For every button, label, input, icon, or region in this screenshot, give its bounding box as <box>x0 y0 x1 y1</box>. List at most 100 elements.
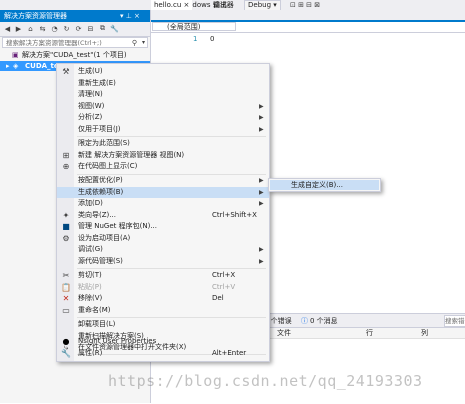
menu-separator <box>77 136 266 137</box>
menu-item-nsight[interactable]: ● Nsight User Properties <box>57 336 269 348</box>
solution-explorer-title: 解决方案资源管理器 <box>4 12 67 20</box>
menu-item-cut[interactable]: ✂ 剪切(T) Ctrl+X <box>57 270 269 282</box>
remove-icon: ✕ <box>62 294 70 303</box>
menu-item-source-control[interactable]: 源代码管理(S) ▶ <box>57 256 269 268</box>
error-search-input[interactable]: 搜索错 <box>444 315 465 327</box>
forward-icon[interactable]: ▶ <box>14 24 23 33</box>
menu-item-pgo[interactable]: 按配置优化(P) ▶ <box>57 175 269 187</box>
menu-item-label: 分析(Z) <box>78 113 103 121</box>
menu-item-shortcut: Ctrl+X <box>212 271 236 279</box>
collapse-all-icon[interactable]: ⊟ <box>86 24 95 33</box>
menu-item-label: 添加(D) <box>78 199 103 207</box>
menu-item-analyze[interactable]: 分析(Z) ▶ <box>57 112 269 124</box>
menu-item-build-customizations[interactable]: 生成自定义(B)... <box>270 180 379 190</box>
back-icon[interactable]: ◀ <box>3 24 12 33</box>
menu-item-label: 属性(R) <box>78 348 103 357</box>
menu-item-label: 卸载项目(L) <box>78 320 116 328</box>
project-context-menu: ⚒ 生成(U) 重新生成(E) 清理(N) 视图(W) ▶ 分析(Z) ▶ 仅用… <box>56 63 270 362</box>
menu-item-rename[interactable]: ▭ 重命名(M) <box>57 305 269 317</box>
nsight-icon: ● <box>62 337 70 346</box>
switch-view-icon[interactable]: ⇆ <box>38 24 47 33</box>
menu-item-label: 生成自定义(B)... <box>291 181 343 189</box>
document-tab-bar <box>151 10 465 22</box>
menu-item-add[interactable]: 添加(D) ▶ <box>57 198 269 210</box>
menu-item-debug[interactable]: 调试(G) ▶ <box>57 244 269 256</box>
pending-changes-icon[interactable]: ◔ <box>50 24 59 33</box>
menu-item-scope-to-this[interactable]: 限定为此范围(S) <box>57 138 269 150</box>
tab-label: hello.cu <box>154 1 182 9</box>
menu-item-properties[interactable]: 🔧 属性(R) Alt+Enter <box>57 348 269 360</box>
menu-item-view[interactable]: 视图(W) ▶ <box>57 101 269 113</box>
project-icon: ◈ <box>13 62 19 70</box>
home-icon[interactable]: ⌂ <box>26 24 35 33</box>
refresh-icon[interactable]: ⟳ <box>74 24 83 33</box>
expand-arrow-icon[interactable]: ▸ <box>6 61 10 71</box>
submenu-arrow-icon: ▶ <box>259 246 264 253</box>
menu-item-label: 设为启动项目(A) <box>78 233 131 242</box>
column-file[interactable]: 文件 <box>277 328 291 338</box>
nuget-icon: ■ <box>62 222 70 231</box>
menu-item-class-wizard[interactable]: ✦ 类向导(Z)... Ctrl+Shift+X <box>57 210 269 222</box>
configuration-value: Debug <box>248 1 272 9</box>
show-all-files-icon[interactable]: ⧉ <box>98 24 107 33</box>
menu-item-remove[interactable]: ✕ 移除(V) Del <box>57 293 269 305</box>
code-line[interactable]: 0 <box>210 35 214 43</box>
menu-item-set-startup[interactable]: ⚙ 设为启动项目(A) <box>57 233 269 245</box>
menu-item-shortcut: Del <box>212 294 224 302</box>
solution-label: 解决方案"CUDA_test"(1 个项目) <box>22 51 127 59</box>
menu-item-label: 重命名(M) <box>78 305 111 314</box>
menu-item-label: 按配置优化(P) <box>78 176 123 184</box>
scope-dropdown[interactable]: (全局范围) <box>152 22 236 31</box>
menu-item-build[interactable]: ⚒ 生成(U) <box>57 66 269 78</box>
menu-item-label: 管理 NuGet 程序包(N)... <box>78 222 157 230</box>
menu-item-label: 生成依赖项(B) <box>78 187 124 196</box>
menu-item-rebuild[interactable]: 重新生成(E) <box>57 78 269 90</box>
column-col[interactable]: 列 <box>421 328 428 338</box>
menu-item-shortcut: Ctrl+Shift+X <box>212 210 257 219</box>
menu-separator <box>77 317 266 318</box>
tab-output[interactable]: 输出 <box>210 0 230 10</box>
menu-item-label: 类向导(Z)... <box>78 210 116 219</box>
solution-explorer-search[interactable]: 搜索解决方案资源管理器(Ctrl+;) ⚲ ▾ <box>2 37 148 48</box>
menu-item-build-dependencies[interactable]: 生成依赖项(B) ▶ <box>57 186 269 198</box>
menu-item-label: 粘贴(P) <box>78 282 102 291</box>
solution-explorer-toolbar: ◀ ▶ ⌂ ⇆ ◔ ↻ ⟳ ⊟ ⧉ 🔧 <box>0 22 150 37</box>
menu-item-clean[interactable]: 清理(N) <box>57 89 269 101</box>
menu-item-label: 清理(N) <box>78 90 103 98</box>
column-line[interactable]: 行 <box>366 328 373 338</box>
menu-item-code-map[interactable]: ⊕ 在代码图上显示(C) <box>57 161 269 173</box>
menu-item-label: 生成(U) <box>78 67 103 75</box>
search-icon[interactable]: ⚲ <box>132 38 137 48</box>
menu-item-shortcut: Alt+Enter <box>212 348 247 357</box>
watermark: https://blog.csdn.net/qq_24193303 <box>108 372 423 390</box>
menu-item-label: 移除(V) <box>78 294 103 302</box>
submenu-arrow-icon: ▶ <box>259 177 264 184</box>
line-number: 1 <box>193 35 198 43</box>
submenu-arrow-icon: ▶ <box>259 188 264 196</box>
paste-icon: 📋 <box>61 282 71 292</box>
submenu-arrow-icon: ▶ <box>259 200 264 207</box>
info-icon: ⓘ <box>301 317 308 325</box>
search-options-icon[interactable]: ▾ <box>142 38 145 48</box>
close-icon[interactable]: × <box>184 1 190 9</box>
menu-item-shortcut: Ctrl+V <box>212 282 236 291</box>
message-count-filter[interactable]: 0 个消息 <box>310 316 338 326</box>
menu-item-label: Nsight User Properties <box>78 337 157 345</box>
toolbar-extra-icons[interactable]: ⊡ ⊞ ⊟ ⊠ <box>290 0 320 10</box>
panel-controls-icon[interactable]: ▾ ⊥ × <box>120 10 140 22</box>
build-dependencies-submenu: 生成自定义(B)... <box>268 178 381 192</box>
menu-item-nuget[interactable]: ■ 管理 NuGet 程序包(N)... <box>57 221 269 233</box>
menu-item-label: 源代码管理(S) <box>78 256 123 265</box>
submenu-arrow-icon: ▶ <box>259 125 264 133</box>
tree-solution-node[interactable]: ▣ 解决方案"CUDA_test"(1 个项目) <box>0 50 150 60</box>
new-view-icon: ⊞ <box>62 150 70 160</box>
solution-icon: ▣ <box>12 51 19 59</box>
menu-item-unload[interactable]: 卸载项目(L) <box>57 319 269 331</box>
menu-item-project-only[interactable]: 仅用于项目(J) ▶ <box>57 124 269 136</box>
tab-hello-cu[interactable]: hello.cu × <box>151 0 193 10</box>
sync-icon[interactable]: ↻ <box>62 24 71 33</box>
tab-label: 输出 <box>213 1 227 9</box>
menu-item-new-view[interactable]: ⊞ 新建 解决方案资源管理器 视图(N) <box>57 150 269 162</box>
solution-explorer-titlebar: 解决方案资源管理器 ▾ ⊥ × <box>0 10 150 22</box>
properties-icon[interactable]: 🔧 <box>110 24 119 33</box>
